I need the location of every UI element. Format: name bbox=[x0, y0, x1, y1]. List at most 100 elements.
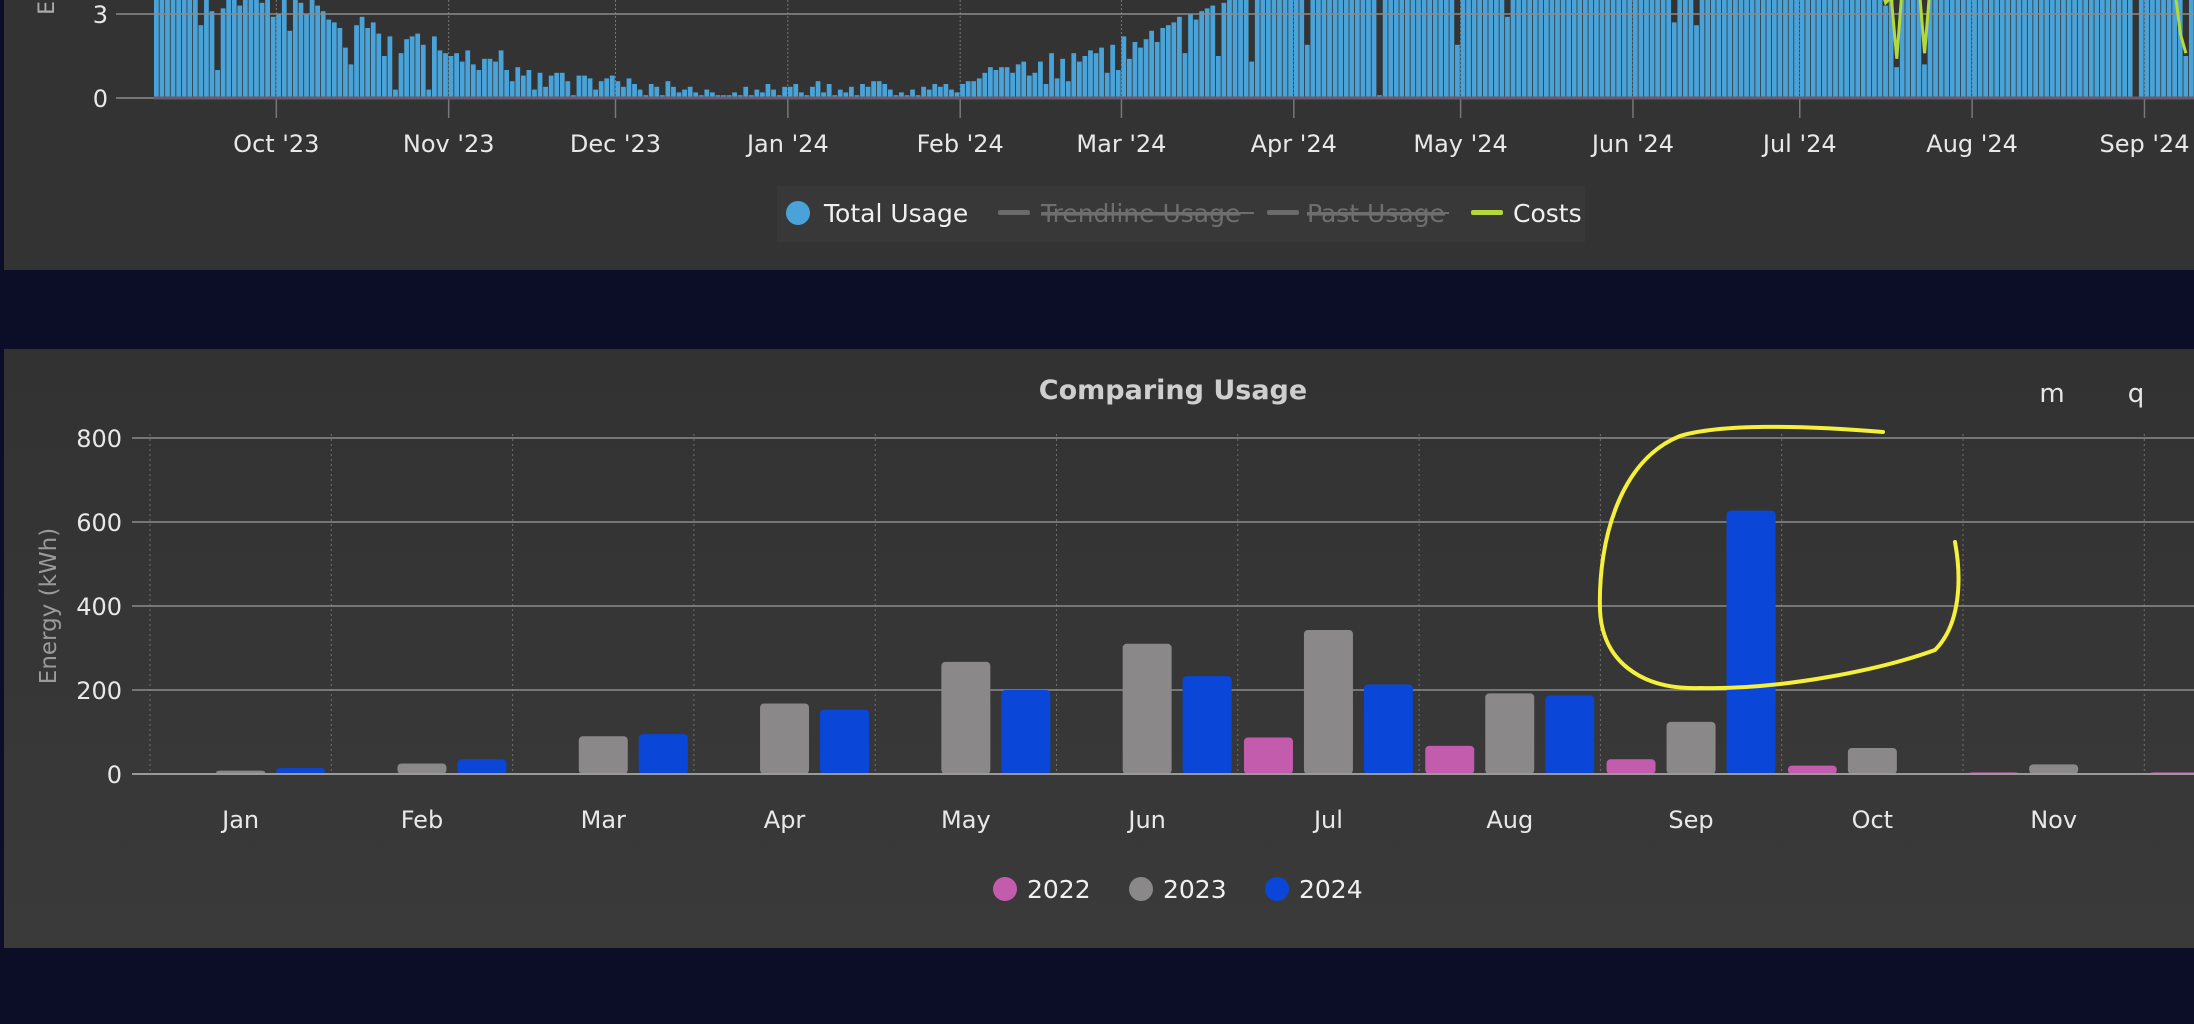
usage-bar bbox=[943, 84, 949, 98]
period-button-m[interactable]: m bbox=[2039, 379, 2064, 409]
usage-bar bbox=[420, 44, 426, 98]
usage-bar bbox=[437, 50, 443, 98]
usage-bar bbox=[1204, 8, 1210, 98]
usage-bar bbox=[582, 75, 587, 98]
legend-item-2024[interactable]: 2024 bbox=[1265, 875, 1363, 904]
usage-bar bbox=[548, 75, 554, 98]
usage-bar bbox=[337, 28, 343, 98]
usage-bar bbox=[1132, 42, 1138, 98]
bar-2023-nov[interactable] bbox=[2029, 764, 2079, 774]
usage-bar bbox=[1082, 56, 1088, 98]
usage-bar bbox=[376, 33, 382, 98]
bar-2023-may[interactable] bbox=[941, 661, 991, 774]
usage-bar bbox=[598, 81, 604, 98]
x-tick-label: Sep '24 bbox=[2099, 130, 2189, 158]
usage-bar bbox=[1694, 25, 1699, 99]
usage-bar bbox=[1165, 25, 1171, 99]
usage-bar bbox=[432, 36, 437, 98]
x-tick-label: Dec '23 bbox=[570, 130, 661, 158]
bar-2022-jul[interactable] bbox=[1243, 737, 1293, 774]
usage-bar bbox=[454, 53, 459, 98]
usage-bar bbox=[1160, 28, 1166, 98]
usage-bar bbox=[404, 39, 409, 98]
usage-bar bbox=[476, 70, 482, 98]
usage-bar bbox=[1188, 14, 1193, 98]
bar-2022-aug[interactable] bbox=[1425, 745, 1475, 774]
bar-2022-oct[interactable] bbox=[1787, 765, 1837, 774]
usage-bar bbox=[971, 81, 977, 98]
usage-bar bbox=[815, 81, 821, 98]
usage-bar bbox=[1099, 47, 1104, 98]
y-tick-label: 0 bbox=[93, 85, 108, 113]
bar-2024-mar[interactable] bbox=[638, 734, 688, 774]
x-tick-label: Mar bbox=[581, 806, 626, 834]
usage-bar bbox=[782, 86, 788, 98]
usage-bar bbox=[276, 14, 282, 98]
usage-bar bbox=[1038, 61, 1043, 98]
usage-bar bbox=[587, 78, 593, 98]
bar-2024-apr[interactable] bbox=[820, 709, 870, 774]
usage-bar bbox=[304, 14, 309, 98]
bar-2024-may[interactable] bbox=[1001, 690, 1051, 774]
bar-2023-mar[interactable] bbox=[578, 736, 628, 774]
bar-2024-jul[interactable] bbox=[1363, 684, 1413, 774]
x-tick-label: Oct '23 bbox=[233, 130, 319, 158]
x-tick-label: Jul '24 bbox=[1761, 130, 1837, 158]
usage-bar bbox=[1922, 64, 1927, 98]
y-tick-label: 3 bbox=[93, 1, 108, 29]
x-tick-label: Jun '24 bbox=[1590, 130, 1674, 158]
bar-2023-sep[interactable] bbox=[1666, 721, 1716, 774]
period-button-q[interactable]: q bbox=[2128, 379, 2145, 409]
usage-bar bbox=[370, 22, 376, 98]
usage-bar bbox=[459, 61, 465, 98]
usage-bar bbox=[198, 25, 204, 99]
usage-bar bbox=[1110, 44, 1116, 98]
usage-bar bbox=[1149, 30, 1154, 98]
y-axis-label: Energy (kWh) bbox=[36, 528, 62, 684]
daily-usage-chart: Oct '23 Nov '23 Dec '23 Jan '24 Feb '24 Mar '… bbox=[35, 0, 2194, 242]
usage-bar bbox=[1171, 22, 1177, 98]
bar-2022-sep[interactable] bbox=[1606, 759, 1656, 774]
bar-2023-oct[interactable] bbox=[1847, 747, 1897, 774]
bar-2023-feb[interactable] bbox=[397, 763, 447, 775]
x-tick-label: May '24 bbox=[1413, 130, 1507, 158]
legend-item-2022[interactable]: 2022 bbox=[993, 875, 1091, 904]
usage-bar bbox=[1143, 39, 1149, 98]
usage-bar bbox=[487, 58, 493, 98]
usage-bar bbox=[826, 84, 832, 98]
usage-bar bbox=[576, 75, 582, 98]
usage-bar bbox=[1193, 19, 1199, 99]
x-tick-label: Aug '24 bbox=[1926, 130, 2018, 158]
bar-2023-jun[interactable] bbox=[1122, 643, 1172, 774]
bar-2024-aug[interactable] bbox=[1545, 695, 1595, 774]
usage-bar bbox=[882, 84, 888, 98]
usage-bar bbox=[498, 50, 504, 98]
usage-bar bbox=[409, 36, 415, 98]
usage-bar bbox=[398, 53, 404, 98]
usage-bar bbox=[1060, 58, 1066, 98]
usage-bar bbox=[443, 53, 448, 98]
usage-bar bbox=[543, 86, 548, 98]
usage-bar bbox=[865, 86, 871, 98]
usage-bar bbox=[626, 78, 632, 98]
usage-bar bbox=[876, 81, 882, 98]
legend-item-2023[interactable]: 2023 bbox=[1129, 875, 1227, 904]
bar-2023-jul[interactable] bbox=[1303, 629, 1353, 774]
usage-bar bbox=[565, 81, 571, 98]
usage-bar bbox=[1304, 44, 1310, 98]
usage-bar bbox=[654, 86, 660, 98]
usage-bar bbox=[1054, 78, 1060, 98]
usage-bar bbox=[320, 11, 326, 99]
x-tick-label: Aug bbox=[1486, 806, 1533, 834]
bar-2024-feb[interactable] bbox=[457, 759, 507, 774]
usage-bar bbox=[359, 16, 365, 98]
bar-2023-apr[interactable] bbox=[760, 703, 810, 774]
legend-label: Total Usage bbox=[823, 199, 968, 228]
bar-2024-sep[interactable] bbox=[1726, 510, 1776, 774]
bar-2024-jun[interactable] bbox=[1182, 676, 1232, 774]
usage-bar bbox=[937, 86, 943, 98]
costs-line bbox=[2174, 0, 2188, 54]
legend-label: 2024 bbox=[1299, 875, 1363, 904]
bar-2023-aug[interactable] bbox=[1485, 693, 1535, 774]
usage-bar bbox=[343, 47, 348, 98]
